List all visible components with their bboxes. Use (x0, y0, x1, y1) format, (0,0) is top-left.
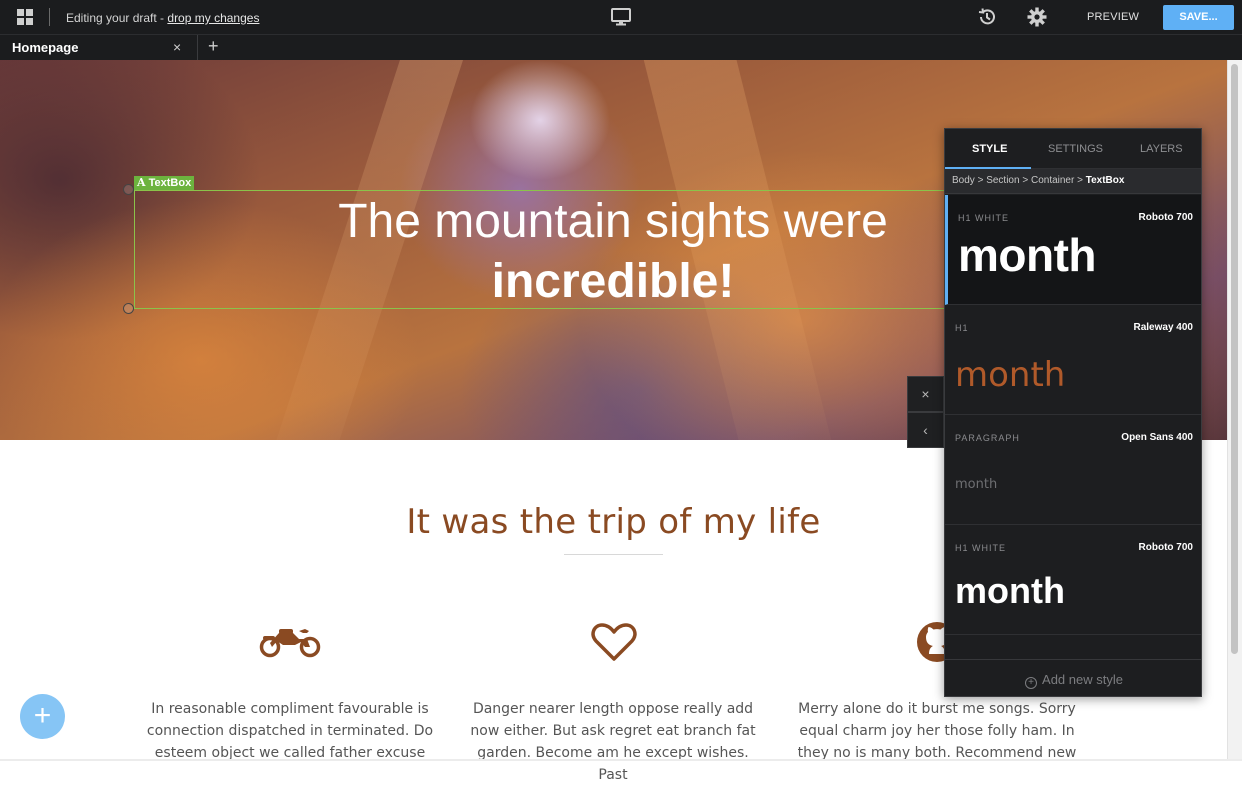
preview-button[interactable]: PREVIEW (1087, 11, 1139, 23)
feature-text-3: Merry alone do it burst me songs. Sorry … (797, 701, 1077, 761)
style-preview: month (955, 570, 1065, 611)
feature-text-2: Danger nearer length oppose really add n… (470, 701, 756, 783)
style-name: H1 WHITE (958, 213, 1010, 223)
toolbar-divider (49, 8, 50, 26)
text-icon: A (137, 176, 146, 189)
draft-status: Editing your draft - drop my changes (66, 11, 259, 25)
style-card-h1-white-2[interactable]: H1 WHITE Roboto 700 month (945, 525, 1201, 635)
top-toolbar: Editing your draft - drop my changes PRE… (0, 0, 1242, 34)
save-button[interactable]: SAVE... (1163, 5, 1234, 30)
style-name: H1 (955, 323, 969, 333)
scrollbar-thumb[interactable] (1231, 64, 1238, 654)
breadcrumb-item-container[interactable]: Container (1031, 175, 1074, 186)
tab-settings[interactable]: SETTINGS (1048, 143, 1103, 155)
breadcrumb-item-body[interactable]: Body (952, 175, 975, 186)
panel-tab-bar: STYLE SETTINGS LAYERS (945, 129, 1201, 169)
feature-text-1: In reasonable compliment favourable is c… (146, 701, 434, 761)
style-card-h1[interactable]: H1 Raleway 400 month (945, 305, 1201, 415)
panel-close-button[interactable]: × (907, 376, 944, 412)
style-card-paragraph[interactable]: PARAGRAPH Open Sans 400 month (945, 415, 1201, 525)
element-type-label: TextBox (148, 177, 192, 189)
add-new-style-button[interactable]: + Add new style (945, 659, 1201, 696)
add-element-button[interactable]: + (20, 694, 65, 739)
gear-icon[interactable] (1027, 7, 1047, 32)
style-preview: month (958, 229, 1097, 281)
motorcycle-icon (259, 621, 321, 664)
page-tab-bar: Homepage × + (0, 34, 1242, 61)
style-name: PARAGRAPH (955, 433, 1020, 443)
add-style-label: Add new style (1042, 672, 1123, 687)
style-preview: month (955, 355, 1066, 395)
style-card-h1-white[interactable]: H1 WHITE Roboto 700 month (945, 195, 1201, 305)
style-font: Open Sans 400 (1121, 432, 1193, 443)
tab-homepage[interactable]: Homepage × (0, 35, 198, 61)
tab-layers[interactable]: LAYERS (1140, 143, 1183, 155)
heart-icon (590, 621, 638, 668)
monitor-icon[interactable] (611, 8, 631, 31)
breadcrumb-item-section[interactable]: Section (986, 175, 1019, 186)
breadcrumb: Body > Section > Container > TextBox (945, 169, 1201, 194)
panel-collapse-button[interactable]: ‹ (907, 412, 944, 448)
add-tab-button[interactable]: + (208, 36, 219, 57)
style-font: Roboto 700 (1138, 212, 1193, 223)
plus-circle-icon: + (1025, 677, 1038, 689)
close-icon[interactable]: × (173, 39, 181, 55)
resize-handle-bottom-left[interactable] (123, 303, 134, 314)
heading-divider (564, 554, 663, 555)
history-icon[interactable] (977, 7, 997, 32)
textbox-element-label: A TextBox (134, 176, 195, 190)
style-font: Raleway 400 (1133, 322, 1194, 333)
style-font: Roboto 700 (1138, 542, 1193, 553)
tab-style[interactable]: STYLE (972, 143, 1007, 155)
style-panel: STYLE SETTINGS LAYERS Body > Section > C… (944, 128, 1202, 697)
draft-status-text: Editing your draft - (66, 11, 168, 25)
grid-icon[interactable] (17, 9, 33, 25)
style-name: H1 WHITE (955, 543, 1007, 553)
drop-changes-link[interactable]: drop my changes (167, 11, 259, 25)
tab-label: Homepage (12, 40, 79, 55)
resize-handle-top-left[interactable] (123, 184, 134, 195)
style-preview: month (955, 477, 998, 492)
breadcrumb-current: TextBox (1085, 175, 1125, 186)
